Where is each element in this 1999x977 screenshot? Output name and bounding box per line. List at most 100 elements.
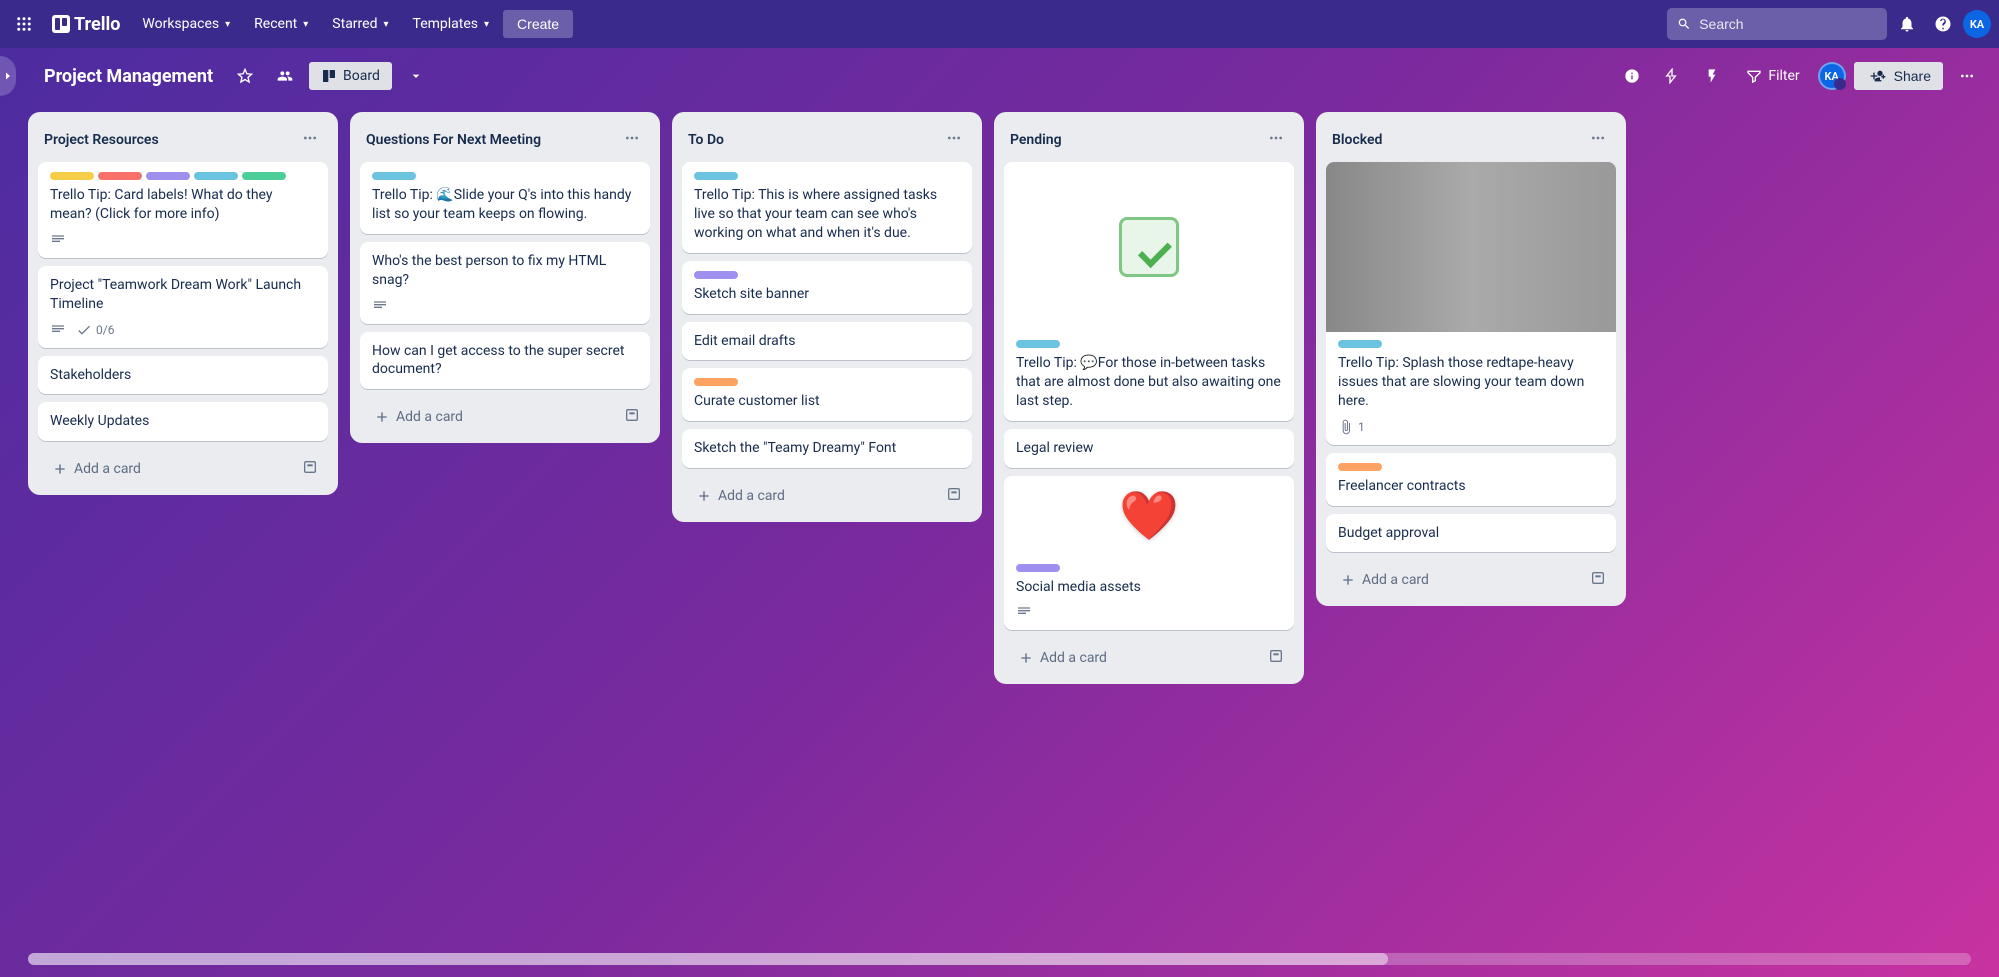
card[interactable]: Trello Tip: Splash those redtape-heavy i… xyxy=(1326,162,1616,445)
list: To Do Trello Tip: This is where assigned… xyxy=(672,112,982,522)
board-member-avatar[interactable]: KA xyxy=(1818,62,1846,90)
label-orange[interactable] xyxy=(694,378,738,386)
add-card-button[interactable]: Add a card xyxy=(688,482,942,510)
card[interactable]: Sketch the "Teamy Dreamy" Font xyxy=(682,429,972,468)
label-sky[interactable] xyxy=(694,172,738,180)
nav-starred[interactable]: Starred▾ xyxy=(322,10,398,38)
visibility-icon[interactable] xyxy=(269,60,301,92)
add-card-button[interactable]: Add a card xyxy=(1332,566,1586,594)
card[interactable]: Legal review xyxy=(1004,429,1294,468)
checkmark-icon xyxy=(1119,217,1179,277)
notifications-icon[interactable] xyxy=(1891,8,1923,40)
trello-logo[interactable]: Trello xyxy=(44,14,128,35)
card-badges xyxy=(50,232,316,248)
card[interactable]: Trello Tip: Card labels! What do they me… xyxy=(38,162,328,258)
card[interactable]: Trello Tip: 🌊Slide your Q's into this ha… xyxy=(360,162,650,234)
board-menu-icon[interactable] xyxy=(1951,60,1983,92)
card-text: Who's the best person to fix my HTML sna… xyxy=(372,252,638,290)
star-icon[interactable] xyxy=(229,60,261,92)
list-title[interactable]: Blocked xyxy=(1332,132,1382,148)
card-text: Sketch the "Teamy Dreamy" Font xyxy=(694,439,960,458)
label-yellow[interactable] xyxy=(50,172,94,180)
label-sky[interactable] xyxy=(194,172,238,180)
card[interactable]: Project "Teamwork Dream Work" Launch Tim… xyxy=(38,266,328,348)
add-card-button[interactable]: Add a card xyxy=(1010,644,1264,672)
board-canvas[interactable]: Project Resources Trello Tip: Card label… xyxy=(0,104,1999,977)
automation-icon[interactable] xyxy=(1696,60,1728,92)
share-button[interactable]: Share xyxy=(1854,62,1943,90)
list-menu-icon[interactable] xyxy=(1264,126,1288,154)
power-ups-icon[interactable] xyxy=(1656,60,1688,92)
list-menu-icon[interactable] xyxy=(1586,126,1610,154)
card-labels xyxy=(1338,340,1604,348)
card[interactable]: Budget approval xyxy=(1326,514,1616,553)
card-badges xyxy=(1016,604,1282,620)
nav-workspaces[interactable]: Workspaces▾ xyxy=(132,10,240,38)
card-template-icon[interactable] xyxy=(942,482,966,510)
scrollbar-thumb[interactable] xyxy=(28,953,1388,965)
card-labels xyxy=(1016,564,1282,572)
user-avatar[interactable]: KA xyxy=(1963,10,1991,38)
card-template-icon[interactable] xyxy=(1586,566,1610,594)
list-title[interactable]: To Do xyxy=(688,132,724,148)
help-icon[interactable] xyxy=(1927,8,1959,40)
card[interactable]: Trello Tip: 💬For those in-between tasks … xyxy=(1004,162,1294,421)
add-card-button[interactable]: Add a card xyxy=(44,455,298,483)
add-card-button[interactable]: Add a card xyxy=(366,403,620,431)
card[interactable]: Sketch site banner xyxy=(682,261,972,314)
list-title[interactable]: Pending xyxy=(1010,132,1062,148)
list-title[interactable]: Questions For Next Meeting xyxy=(366,132,541,148)
card-text: Budget approval xyxy=(1338,524,1604,543)
filter-button[interactable]: Filter xyxy=(1736,62,1809,90)
card-template-icon[interactable] xyxy=(1264,644,1288,672)
card[interactable]: Edit email drafts xyxy=(682,322,972,361)
search-input[interactable] xyxy=(1699,16,1877,32)
list-menu-icon[interactable] xyxy=(620,126,644,154)
board-title[interactable]: Project Management xyxy=(36,66,221,87)
card-badges xyxy=(372,298,638,314)
label-sky[interactable] xyxy=(1016,340,1060,348)
list: Questions For Next Meeting Trello Tip: 🌊… xyxy=(350,112,660,443)
list: Pending Trello Tip: 💬For those in-betwee… xyxy=(994,112,1304,684)
search-icon xyxy=(1677,16,1691,32)
label-sky[interactable] xyxy=(372,172,416,180)
list-menu-icon[interactable] xyxy=(298,126,322,154)
card[interactable]: Who's the best person to fix my HTML sna… xyxy=(360,242,650,324)
card[interactable]: How can I get access to the super secret… xyxy=(360,332,650,390)
label-purple[interactable] xyxy=(694,271,738,279)
card-text: Trello Tip: 🌊Slide your Q's into this ha… xyxy=(372,186,638,224)
search-box[interactable] xyxy=(1667,8,1887,40)
list-menu-icon[interactable] xyxy=(942,126,966,154)
nav-templates[interactable]: Templates▾ xyxy=(403,10,500,38)
board-view-button[interactable]: Board xyxy=(309,62,392,90)
card-labels xyxy=(1016,340,1282,348)
card-template-icon[interactable] xyxy=(620,403,644,431)
horizontal-scrollbar[interactable] xyxy=(28,953,1971,965)
label-sky[interactable] xyxy=(1338,340,1382,348)
apps-icon[interactable] xyxy=(8,8,40,40)
create-button[interactable]: Create xyxy=(503,10,573,38)
info-icon[interactable] xyxy=(1616,60,1648,92)
card-template-icon[interactable] xyxy=(298,455,322,483)
card[interactable]: Curate customer list xyxy=(682,368,972,421)
card-text: Trello Tip: 💬For those in-between tasks … xyxy=(1016,354,1282,411)
label-purple[interactable] xyxy=(1016,564,1060,572)
card[interactable]: Freelancer contracts xyxy=(1326,453,1616,506)
card-labels xyxy=(50,172,316,180)
card[interactable]: Weekly Updates xyxy=(38,402,328,441)
card[interactable]: Trello Tip: This is where assigned tasks… xyxy=(682,162,972,253)
card-cover xyxy=(1004,162,1294,332)
nav-recent[interactable]: Recent▾ xyxy=(244,10,318,38)
label-green[interactable] xyxy=(242,172,286,180)
label-purple[interactable] xyxy=(146,172,190,180)
sidebar-expand-button[interactable] xyxy=(0,56,16,96)
label-red[interactable] xyxy=(98,172,142,180)
customize-views-button[interactable] xyxy=(400,60,432,92)
list-title[interactable]: Project Resources xyxy=(44,132,159,148)
label-orange[interactable] xyxy=(1338,463,1382,471)
card[interactable]: ❤️Social media assets xyxy=(1004,476,1294,631)
card-text: Weekly Updates xyxy=(50,412,316,431)
description-icon xyxy=(50,322,66,338)
card-text: Social media assets xyxy=(1016,578,1282,597)
card[interactable]: Stakeholders xyxy=(38,356,328,395)
